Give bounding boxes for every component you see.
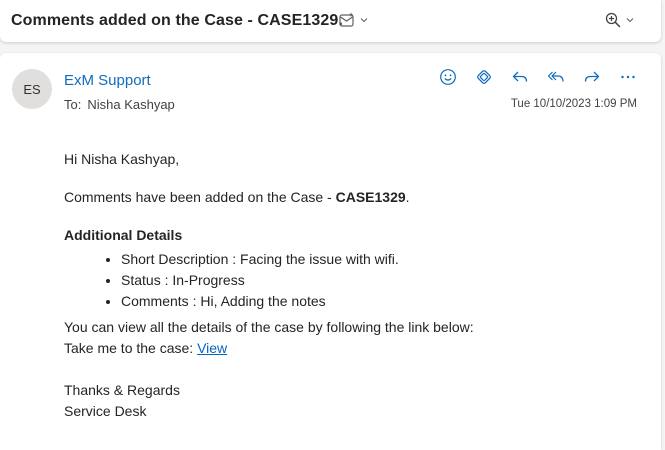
reply-icon bbox=[512, 71, 528, 82]
case-link-line: Take me to the case: View bbox=[64, 340, 228, 356]
reply-button[interactable] bbox=[510, 67, 530, 87]
subject-bar: Comments added on the Case - CASE1329. bbox=[0, 0, 661, 42]
case-line: Comments have been added on the Case - C… bbox=[64, 189, 410, 205]
reply-all-icon bbox=[547, 71, 564, 82]
list-item: Status : In-Progress bbox=[121, 270, 624, 291]
emoji-icon bbox=[440, 69, 456, 85]
message-actions bbox=[438, 67, 638, 87]
forward-icon bbox=[584, 71, 600, 82]
view-instructions: You can view all the details of the case… bbox=[64, 319, 474, 335]
recipient-name[interactable]: Nisha Kashyap bbox=[87, 97, 174, 112]
summary-button[interactable] bbox=[338, 11, 369, 29]
sent-date: Tue 10/10/2023 1:09 PM bbox=[510, 98, 637, 110]
more-actions-button[interactable] bbox=[618, 67, 638, 87]
closing-regards: Thanks & Regards bbox=[64, 382, 180, 398]
reply-all-button[interactable] bbox=[546, 67, 566, 87]
react-button[interactable] bbox=[438, 67, 458, 87]
chevron-down-icon bbox=[626, 18, 634, 23]
greeting: Hi Nisha Kashyap, bbox=[64, 151, 180, 167]
chevron-down-icon bbox=[360, 18, 368, 23]
summary-icon bbox=[339, 12, 354, 27]
zoom-button[interactable] bbox=[604, 11, 635, 29]
message-card: ES ExM Support To: Nisha Kashyap Tue 10/1… bbox=[0, 53, 661, 450]
list-item: Comments : Hi, Adding the notes bbox=[121, 291, 624, 312]
list-item: Short Description : Facing the issue wit… bbox=[121, 249, 624, 270]
zoom-in-icon bbox=[605, 12, 621, 28]
message-body: Hi Nisha Kashyap, Comments have been add… bbox=[64, 149, 624, 422]
case-id: CASE1329 bbox=[335, 189, 406, 205]
recipient-line: To: Nisha Kashyap bbox=[64, 97, 175, 112]
signature: Service Desk bbox=[64, 403, 147, 419]
details-heading: Additional Details bbox=[64, 227, 183, 243]
avatar[interactable]: ES bbox=[12, 69, 52, 109]
loop-icon bbox=[477, 70, 491, 84]
loop-button[interactable] bbox=[474, 67, 494, 87]
view-case-link[interactable]: View bbox=[197, 340, 227, 356]
email-subject: Comments added on the Case - CASE1329. bbox=[11, 12, 343, 29]
to-label: To: bbox=[64, 97, 82, 112]
sender-name[interactable]: ExM Support bbox=[64, 72, 151, 89]
more-icon bbox=[621, 75, 635, 79]
details-list: Short Description : Facing the issue wit… bbox=[64, 249, 624, 312]
forward-button[interactable] bbox=[582, 67, 602, 87]
